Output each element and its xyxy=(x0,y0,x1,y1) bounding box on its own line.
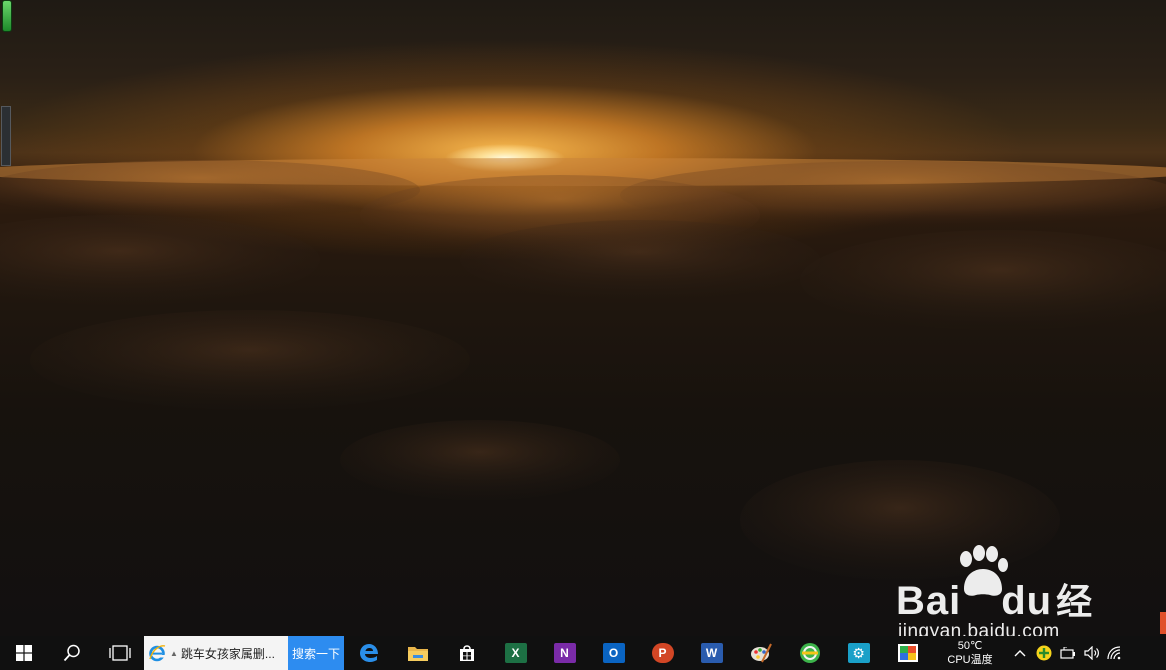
taskbar: ▲ 跳车女孩家属删... 搜索一下 X N O P W ⚙ 50℃ CPU温度 xyxy=(0,636,1166,670)
cpu-temp-label: CPU温度 xyxy=(947,654,993,666)
start-button[interactable] xyxy=(0,636,48,670)
search-taskbar-button[interactable] xyxy=(48,636,96,670)
baidu-url: jingyan.baidu.com xyxy=(898,621,1060,636)
file-explorer-icon xyxy=(407,647,428,661)
windows-icon xyxy=(16,645,32,661)
taskbar-app-settings[interactable]: ⚙ xyxy=(834,636,883,670)
outlook-icon: O xyxy=(602,643,625,663)
side-gadget-panel[interactable] xyxy=(1,106,11,166)
tray-volume[interactable] xyxy=(1080,636,1104,670)
task-view-icon xyxy=(109,645,131,661)
ie-search-box[interactable]: ▲ 跳车女孩家属删... xyxy=(144,636,288,670)
paint-icon xyxy=(750,643,772,663)
taskbar-app-powerpoint[interactable]: P xyxy=(638,636,687,670)
baidu-watermark: Baidu经验 jingyan.baidu.com xyxy=(868,545,1118,636)
search-submit-button[interactable]: 搜索一下 xyxy=(288,636,344,670)
tray-360-security[interactable] xyxy=(1032,636,1056,670)
word-icon: W xyxy=(700,643,723,663)
edge-icon xyxy=(359,644,378,662)
shield-plus-icon xyxy=(1036,645,1052,661)
show-hidden-icons-button[interactable] xyxy=(1008,636,1032,670)
taskbar-app-explorer[interactable] xyxy=(393,636,442,670)
battery-icon xyxy=(1060,647,1075,659)
chevron-up-icon xyxy=(1014,650,1026,657)
cloud-layer xyxy=(0,158,1166,580)
desktop-wallpaper: Baidu经验 jingyan.baidu.com xyxy=(0,0,1166,636)
corner-marker xyxy=(1160,612,1166,634)
cpu-temp-value: 50℃ xyxy=(957,640,983,652)
task-view-button[interactable] xyxy=(96,636,144,670)
360-browser-icon xyxy=(799,643,820,663)
brand-bai: Bai xyxy=(896,579,962,623)
brand-du: du xyxy=(1001,579,1053,623)
store-icon xyxy=(459,645,474,661)
powerpoint-icon: P xyxy=(651,643,674,663)
onenote-icon: N xyxy=(553,643,576,663)
wifi-icon xyxy=(1107,646,1121,660)
taskbar-app-outlook[interactable]: O xyxy=(589,636,638,670)
speaker-icon xyxy=(1084,646,1099,660)
taskbar-app-image-viewer[interactable] xyxy=(883,636,932,670)
tray-battery[interactable] xyxy=(1056,636,1080,670)
cpu-temperature-widget[interactable]: 50℃ CPU温度 xyxy=(932,636,1008,670)
taskbar-app-edge[interactable] xyxy=(344,636,393,670)
search-icon xyxy=(63,644,80,662)
taskbar-app-360-browser[interactable] xyxy=(785,636,834,670)
search-query-text[interactable]: 跳车女孩家属删... xyxy=(181,645,281,662)
excel-icon: X xyxy=(504,643,527,663)
ie-icon xyxy=(144,636,170,670)
tray-network[interactable] xyxy=(1104,636,1124,670)
settings-icon: ⚙ xyxy=(847,643,870,663)
taskbar-app-paint[interactable] xyxy=(736,636,785,670)
battery-gadget[interactable] xyxy=(2,0,12,32)
taskbar-app-onenote[interactable]: N xyxy=(540,636,589,670)
taskbar-app-store[interactable] xyxy=(442,636,491,670)
image-viewer-icon xyxy=(897,644,918,662)
taskbar-app-excel[interactable]: X xyxy=(491,636,540,670)
dropdown-caret-icon[interactable]: ▲ xyxy=(170,649,178,658)
taskbar-app-word[interactable]: W xyxy=(687,636,736,670)
system-tray: 50℃ CPU温度 xyxy=(932,636,1124,670)
